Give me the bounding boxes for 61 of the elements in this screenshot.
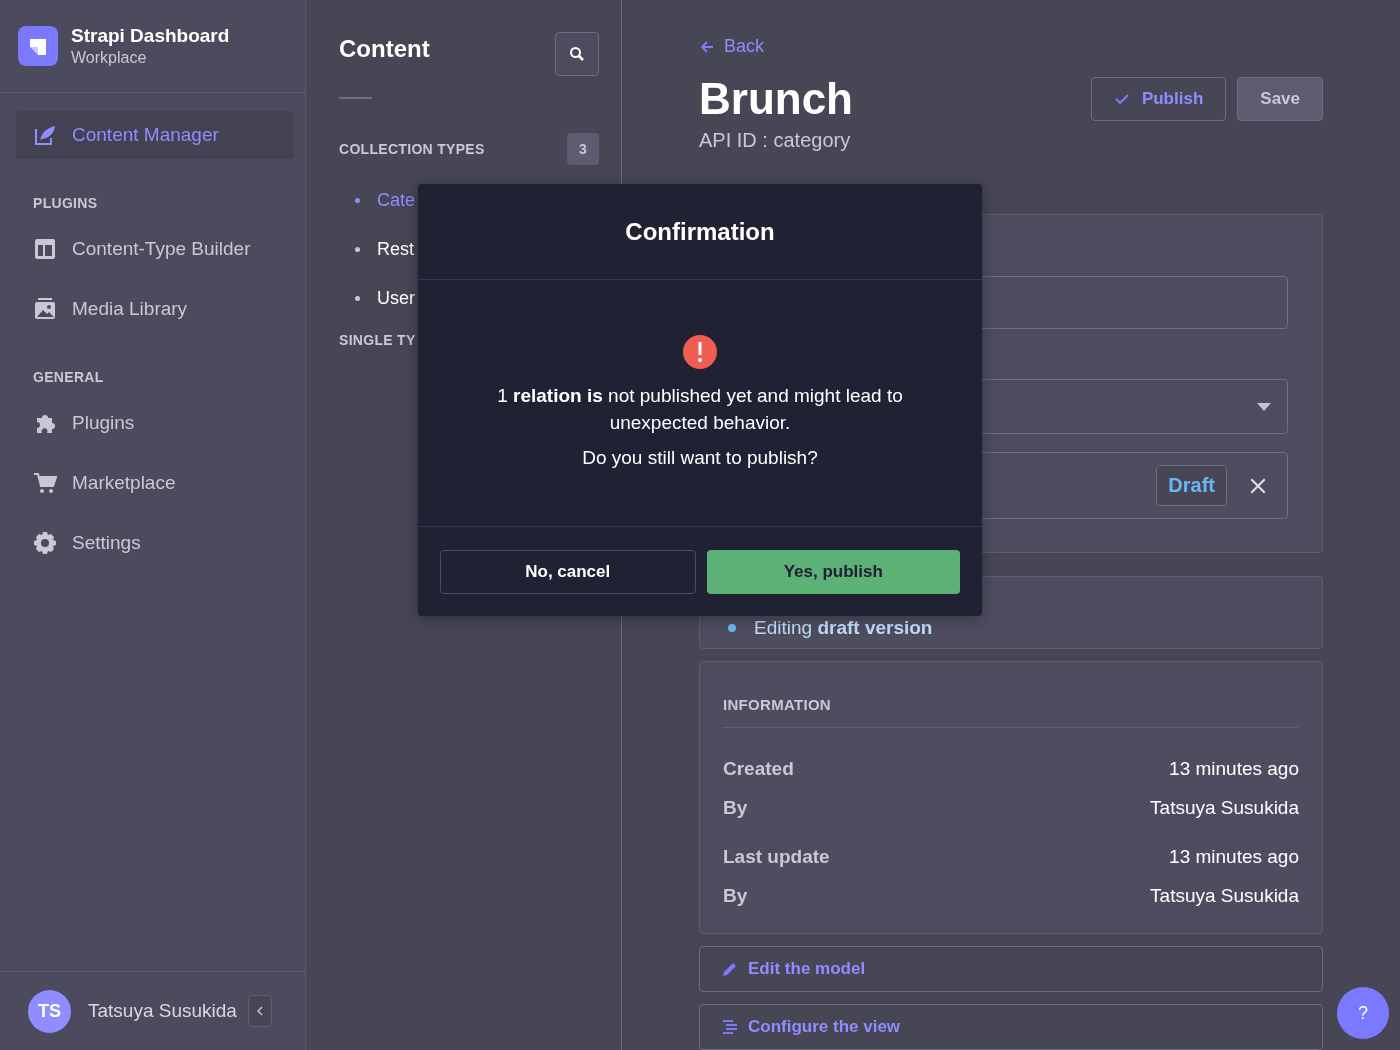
- group-heading: COLLECTION TYPES: [339, 141, 485, 157]
- close-icon[interactable]: [1249, 476, 1267, 495]
- back-link[interactable]: Back: [699, 36, 1323, 57]
- edit-model-button[interactable]: Edit the model: [699, 946, 1323, 992]
- user-avatar[interactable]: TS: [28, 989, 71, 1033]
- count-badge: 3: [567, 133, 599, 165]
- section-heading: GENERAL: [32, 368, 105, 387]
- dialog-message: 1 relation is not published yet and might lead to unexpected behavior.: [496, 384, 904, 435]
- collection-link[interactable]: Cate: [339, 185, 599, 234]
- info-value: 13 minutes ago: [1169, 757, 1299, 781]
- section-heading: PLUGINS: [32, 194, 99, 213]
- check-icon: [1113, 91, 1130, 107]
- group-heading: SINGLE TY: [339, 332, 416, 348]
- panel-title: Content: [339, 35, 430, 63]
- page-title: Brunch: [699, 75, 853, 124]
- collapse-button[interactable]: [247, 995, 272, 1027]
- caret-down-icon: [1257, 402, 1271, 411]
- dialog-title: Confirmation: [625, 217, 775, 246]
- confirm-button[interactable]: Yes, publish: [706, 549, 960, 594]
- info-value: 13 minutes ago: [1169, 845, 1299, 869]
- pencil-icon: [722, 961, 738, 977]
- cancel-button[interactable]: No, cancel: [440, 549, 696, 594]
- nav-item[interactable]: Content-Type Builder: [16, 225, 294, 273]
- nav-item[interactable]: Settings: [16, 519, 294, 567]
- nav-item[interactable]: Content Manager: [16, 111, 294, 159]
- info-label: Last update: [723, 845, 830, 869]
- api-id: API ID : category: [699, 129, 852, 153]
- logo-icon: [18, 26, 58, 66]
- search-button[interactable]: [555, 32, 599, 76]
- warning-icon: [683, 335, 717, 369]
- user-name: Tatsuya Susukida: [88, 1000, 237, 1022]
- status-text: Editing draft version: [754, 617, 933, 640]
- info-label: Created: [723, 757, 794, 781]
- nav-item[interactable]: Marketplace: [16, 459, 294, 507]
- help-button[interactable]: ?: [1337, 987, 1389, 1039]
- collection-link[interactable]: Rest: [339, 234, 599, 283]
- edit-icon: [33, 123, 57, 147]
- workspace-name: Workplace: [71, 49, 148, 67]
- info-value: Tatsuya Susukida: [1150, 884, 1299, 908]
- cart-icon: [33, 471, 57, 495]
- collection-link[interactable]: User: [339, 283, 599, 332]
- layout-icon: [33, 237, 57, 261]
- search-icon: [569, 46, 585, 62]
- list-icon: [722, 1019, 738, 1035]
- section-heading: INFORMATION: [723, 695, 832, 713]
- app-title: Strapi Dashboard: [71, 25, 230, 47]
- image-icon: [33, 297, 57, 321]
- dialog-question: Do you still want to publish?: [582, 447, 818, 469]
- info-value: Tatsuya Susukida: [1150, 796, 1299, 820]
- info-label: By: [723, 796, 748, 820]
- publish-button[interactable]: Publish: [1090, 77, 1227, 121]
- chevron-left-icon: [254, 1006, 265, 1016]
- status-dot: [728, 624, 736, 633]
- nav-item[interactable]: Plugins: [16, 399, 294, 447]
- settings-icon: [33, 531, 57, 555]
- status-badge: Draft: [1156, 465, 1227, 507]
- arrow-left-icon: [699, 38, 715, 55]
- nav-item[interactable]: Media Library: [16, 285, 294, 333]
- info-label: By: [723, 884, 748, 908]
- save-button[interactable]: Save: [1237, 77, 1323, 121]
- configure-view-button[interactable]: Configure the view: [699, 1004, 1323, 1050]
